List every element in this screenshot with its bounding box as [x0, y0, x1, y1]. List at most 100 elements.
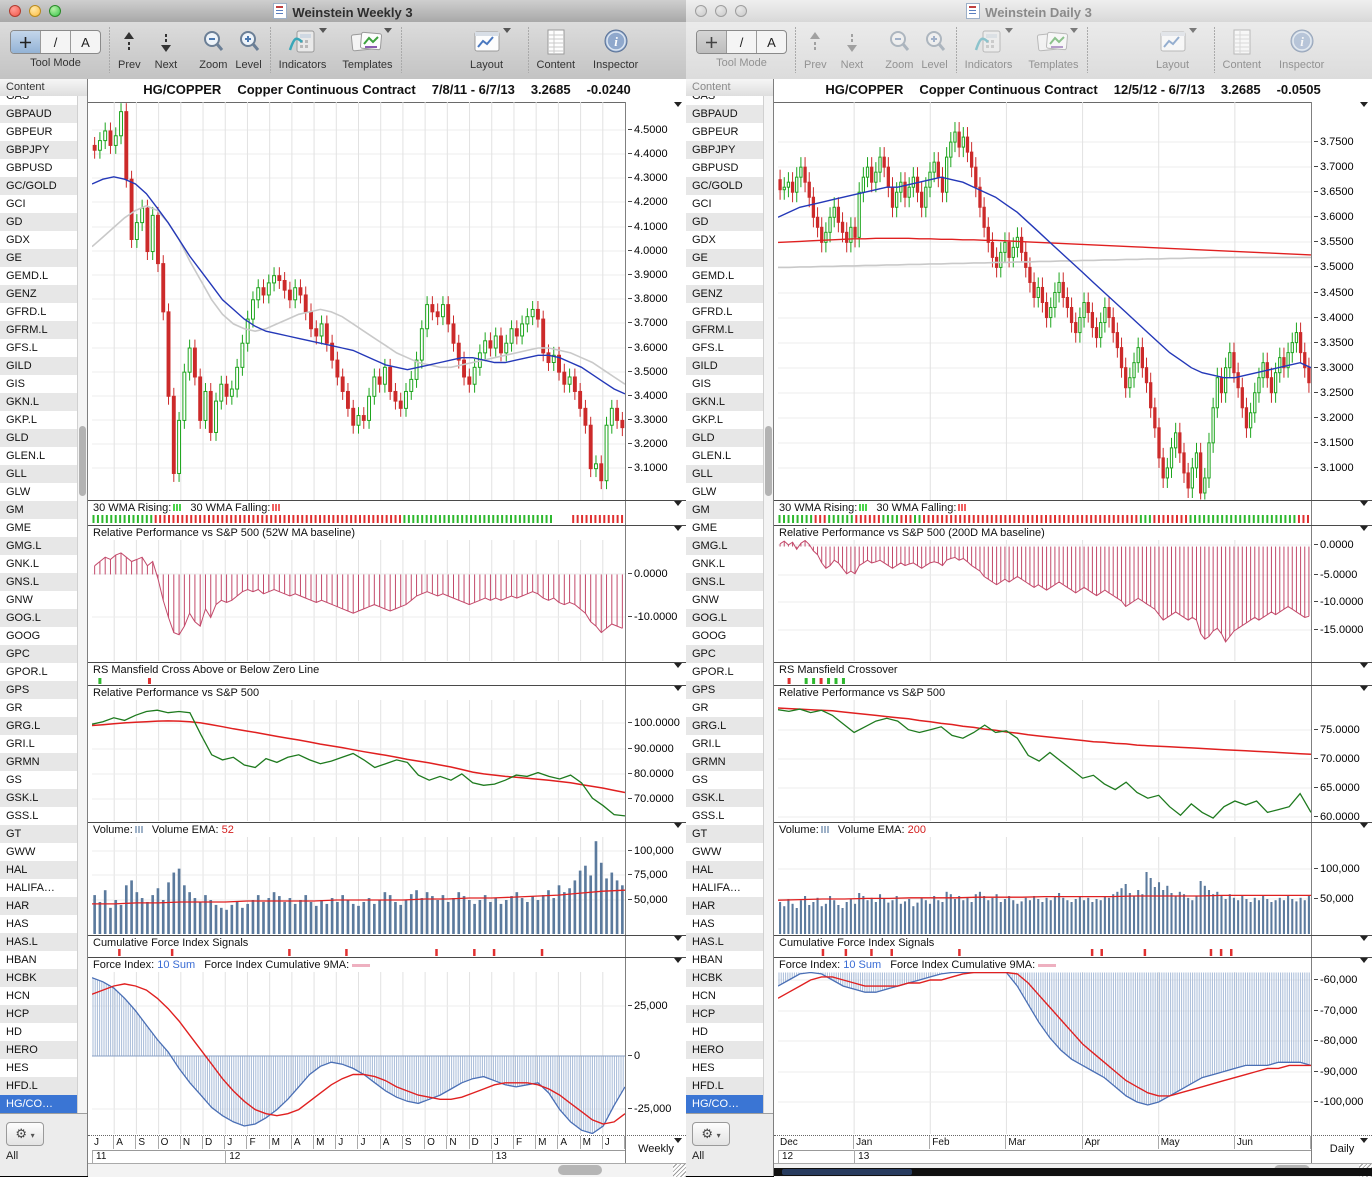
sidebar-item[interactable]: GLEN.L — [0, 447, 87, 465]
content-button[interactable]: Content — [1223, 28, 1262, 71]
sidebar-item[interactable]: GS — [686, 771, 773, 789]
sidebar-item[interactable]: GBPUSD — [0, 159, 87, 177]
sidebar-item[interactable]: GCI — [0, 195, 87, 213]
sidebar-item[interactable]: GFRD.L — [686, 303, 773, 321]
zoom-level-button[interactable]: Level — [235, 28, 261, 71]
sidebar-item[interactable]: HAL — [0, 861, 87, 879]
sidebar-item[interactable]: GC/GOLD — [0, 177, 87, 195]
actions-gear-button[interactable]: ⚙ ▾ — [692, 1122, 730, 1146]
sidebar-item[interactable]: HALIFA… — [0, 879, 87, 897]
sidebar-item[interactable]: GOOG — [686, 627, 773, 645]
rp-line-pane[interactable]: Relative Performance vs S&P 500 100.0000… — [88, 685, 686, 822]
indicators-button[interactable]: Indicators — [279, 28, 327, 71]
sidebar-item[interactable]: GOG.L — [686, 609, 773, 627]
zoom-out-button[interactable]: Zoom — [885, 28, 913, 71]
pane-disclosure[interactable] — [1360, 663, 1368, 668]
sidebar-item[interactable]: HCBK — [686, 969, 773, 987]
pane-disclosure[interactable] — [674, 526, 682, 531]
sidebar-item[interactable]: HCN — [686, 987, 773, 1005]
pane-disclosure[interactable] — [674, 663, 682, 668]
sidebar-item[interactable]: HG/CO… — [0, 1095, 87, 1113]
sidebar-item[interactable]: GEMD.L — [0, 267, 87, 285]
periodicity-select[interactable]: Weekly — [625, 1136, 686, 1163]
mansfield-pane[interactable]: RS Mansfield Crossover — [774, 662, 1372, 685]
sidebar-item[interactable]: HAR — [686, 897, 773, 915]
pane-disclosure[interactable] — [1360, 102, 1368, 107]
sidebar-item[interactable]: GT — [0, 825, 87, 843]
content-column-header[interactable]: Content — [0, 79, 87, 97]
sidebar-item[interactable]: HBAN — [686, 951, 773, 969]
sidebar-item[interactable]: GNS.L — [0, 573, 87, 591]
sidebar-item[interactable]: HALIFA… — [686, 879, 773, 897]
sidebar-item[interactable]: GR — [686, 699, 773, 717]
actions-gear-button[interactable]: ⚙ ▾ — [6, 1122, 44, 1146]
sidebar-item[interactable]: GPC — [0, 645, 87, 663]
pane-disclosure[interactable] — [674, 686, 682, 691]
titlebar[interactable]: Weinstein Weekly 3 — [0, 0, 686, 23]
sidebar-item[interactable]: GLL — [0, 465, 87, 483]
pane-disclosure[interactable] — [674, 102, 682, 107]
templates-button[interactable]: Templates — [342, 28, 392, 71]
sidebar-item[interactable]: HCN — [0, 987, 87, 1005]
sidebar-item[interactable]: HFD.L — [686, 1077, 773, 1095]
pane-disclosure[interactable] — [674, 958, 682, 963]
sidebar-item[interactable]: GM — [686, 501, 773, 519]
sidebar-item[interactable]: GENZ — [686, 285, 773, 303]
sidebar-item[interactable]: GNW — [686, 591, 773, 609]
sidebar-item[interactable]: GME — [0, 519, 87, 537]
sidebar-item[interactable]: HERO — [686, 1041, 773, 1059]
sidebar-scroll-thumb[interactable] — [765, 426, 772, 496]
sidebar-item[interactable]: GNS.L — [686, 573, 773, 591]
pane-disclosure[interactable] — [1360, 823, 1368, 828]
inspector-button[interactable]: i Inspector — [593, 28, 638, 71]
sidebar-item[interactable]: GIS — [0, 375, 87, 393]
sidebar-item[interactable]: GLL — [686, 465, 773, 483]
pane-disclosure[interactable] — [1360, 958, 1368, 963]
sidebar-scrollbar[interactable] — [763, 96, 773, 1113]
sidebar-item[interactable]: GMG.L — [0, 537, 87, 555]
sidebar-item[interactable]: GDX — [686, 231, 773, 249]
sidebar-item[interactable]: GIS — [686, 375, 773, 393]
sidebar-item[interactable]: GKP.L — [686, 411, 773, 429]
sidebar-item[interactable]: GC/GOLD — [686, 177, 773, 195]
sidebar-item[interactable]: GLW — [0, 483, 87, 501]
sidebar-item[interactable]: GRG.L — [0, 717, 87, 735]
sidebar-item[interactable]: GNW — [0, 591, 87, 609]
sidebar-item[interactable]: GKN.L — [686, 393, 773, 411]
sidebar-item[interactable]: GPS — [0, 681, 87, 699]
tool-line-button[interactable]: / — [41, 31, 71, 53]
sidebar-item[interactable]: HAS.L — [0, 933, 87, 951]
sidebar-item[interactable]: HD — [686, 1023, 773, 1041]
sidebar-item[interactable]: GWW — [686, 843, 773, 861]
sidebar-item[interactable]: GD — [686, 213, 773, 231]
sidebar-item[interactable]: HAS — [686, 915, 773, 933]
rp-baseline-pane[interactable]: Relative Performance vs S&P 500 (52W MA … — [88, 525, 686, 662]
sidebar-item[interactable]: GRG.L — [686, 717, 773, 735]
sidebar-item[interactable]: GLEN.L — [686, 447, 773, 465]
resize-grip[interactable] — [673, 1164, 686, 1177]
sidebar-scroll-thumb[interactable] — [79, 426, 86, 496]
sidebar-item[interactable]: HAL — [686, 861, 773, 879]
sidebar-item[interactable]: GBPAUD — [686, 105, 773, 123]
content-column-header[interactable]: Content — [686, 79, 773, 97]
sidebar-item[interactable]: GEMD.L — [686, 267, 773, 285]
sidebar-item[interactable]: HAR — [0, 897, 87, 915]
sidebar-item[interactable]: HG/CO… — [686, 1095, 773, 1113]
pane-disclosure[interactable] — [674, 823, 682, 828]
next-button[interactable]: Next — [841, 28, 864, 71]
pane-disclosure[interactable] — [674, 936, 682, 941]
sidebar-item[interactable]: GBPJPY — [686, 141, 773, 159]
sidebar-item[interactable]: GNK.L — [686, 555, 773, 573]
sidebar-item[interactable]: GKP.L — [0, 411, 87, 429]
sidebar-item[interactable]: GFRD.L — [0, 303, 87, 321]
rp-line-pane[interactable]: Relative Performance vs S&P 500 75.00007… — [774, 685, 1372, 822]
pane-disclosure[interactable] — [1360, 686, 1368, 691]
sidebar-item[interactable]: GWW — [0, 843, 87, 861]
sidebar-item[interactable]: GE — [0, 249, 87, 267]
sidebar-item[interactable]: GM — [0, 501, 87, 519]
tool-crosshair-button[interactable] — [11, 31, 41, 53]
sidebar-item[interactable]: GSS.L — [686, 807, 773, 825]
force-index-pane[interactable]: Force Index: 10 Sum Force Index Cumulati… — [88, 957, 686, 1135]
force-signal-pane[interactable]: Cumulative Force Index Signals — [774, 935, 1372, 957]
sidebar-item[interactable]: HCP — [0, 1005, 87, 1023]
